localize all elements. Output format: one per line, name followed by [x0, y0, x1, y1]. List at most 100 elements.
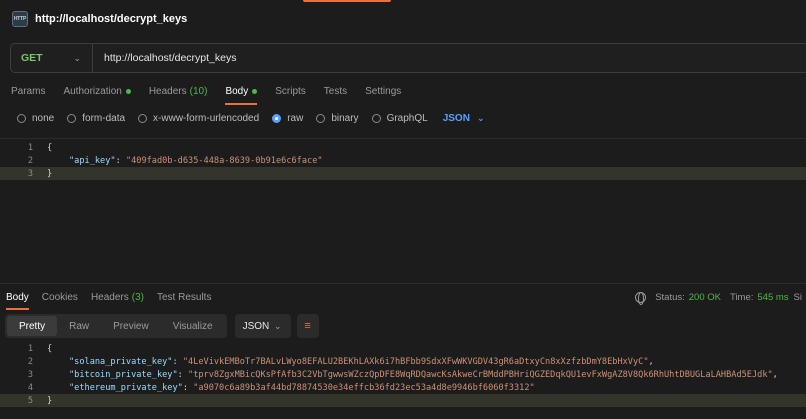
view-label: Preview [113, 320, 149, 332]
body-mode-form-data[interactable]: form-data [67, 113, 125, 124]
code-brace: } [47, 395, 53, 406]
time-label: Time: [729, 291, 754, 303]
json-key: "solana_private_key" [69, 356, 173, 367]
line-number: 5 [27, 395, 33, 406]
tab-params-label: Params [11, 85, 46, 97]
resp-tab-label: Cookies [41, 291, 78, 303]
json-colon: : [115, 155, 126, 166]
view-pretty[interactable]: Pretty [7, 316, 58, 336]
response-format-label: JSON [242, 320, 270, 332]
radio-checked-icon [272, 113, 282, 123]
json-key: "ethereum_private_key" [69, 382, 183, 393]
request-title[interactable]: http://localhost/decrypt_keys [35, 13, 187, 25]
resp-tab-label: Test Results [156, 291, 212, 303]
resp-tab-headers[interactable]: Headers (3) [91, 290, 144, 304]
resp-tab-label: Body [6, 291, 29, 303]
tab-tests[interactable]: Tests [324, 84, 347, 98]
response-format-select[interactable]: JSON ⌄ [234, 314, 291, 338]
pane-divider[interactable] [0, 283, 806, 284]
code-line: 4 "ethereum_private_key": "a9070c6a89b3a… [0, 381, 806, 394]
http-icon-text: HTTP [13, 16, 27, 22]
tab-body-label: Body [225, 85, 249, 97]
code-brace: { [47, 142, 53, 153]
method-label: GET [21, 52, 43, 64]
view-raw[interactable]: Raw [57, 316, 101, 336]
body-mode-label: x-www-form-urlencoded [153, 112, 260, 124]
resp-tab-body[interactable]: Body [6, 290, 29, 310]
code-line: 3 "bitcoin_private_key": "tprv8ZgxMBicQK… [0, 368, 806, 381]
response-body-viewer[interactable]: 1 { 2 "solana_private_key": "4LeVivkEMBo… [0, 341, 806, 419]
tab-settings[interactable]: Settings [365, 84, 401, 98]
radio-icon [316, 113, 326, 123]
radio-icon [138, 113, 148, 123]
json-value: "4LeVivkEMBoTr7BALvLWyo8EFALU2BEKhLAXk6i… [182, 356, 649, 367]
json-comma: , [648, 356, 654, 367]
line-number: 2 [27, 155, 33, 166]
line-number: 2 [27, 356, 33, 367]
chevron-down-icon: ⌄ [274, 320, 282, 331]
radio-icon [67, 113, 77, 123]
request-body-editor[interactable]: 1 { 2 "api_key": "409fad0b-d635-448a-863… [0, 138, 806, 278]
body-mode-urlencoded[interactable]: x-www-form-urlencoded [138, 113, 259, 124]
http-request-icon: HTTP [12, 11, 28, 27]
status-dot-icon [252, 88, 258, 94]
url-bar: GET ⌄ http://localhost/decrypt_keys [10, 43, 806, 73]
tab-tests-label: Tests [323, 85, 348, 97]
tab-settings-label: Settings [365, 85, 402, 97]
view-visualize[interactable]: Visualize [161, 316, 225, 336]
chevron-down-icon: ⌄ [73, 52, 81, 63]
json-value: "409fad0b-d635-448a-8639-0b91e6c6face" [125, 155, 323, 166]
body-mode-options: none form-data x-www-form-urlencoded raw… [17, 111, 484, 125]
tab-authorization-label: Authorization [63, 85, 122, 97]
tab-scripts[interactable]: Scripts [275, 84, 306, 98]
body-format-select[interactable]: JSON ⌄ [443, 113, 485, 124]
tab-headers[interactable]: Headers (10) [149, 84, 208, 98]
line-number: 3 [27, 369, 33, 380]
line-number: 1 [27, 343, 33, 354]
tab-headers-label: Headers [148, 85, 187, 97]
json-value: "a9070c6a89b3af44bd78874530e34effcb36fd2… [193, 382, 535, 393]
tab-authorization[interactable]: Authorization [63, 84, 131, 98]
status-label: Status: [655, 291, 685, 303]
body-mode-label: raw [287, 112, 304, 124]
body-mode-graphql[interactable]: GraphQL [371, 112, 428, 124]
code-brace: { [47, 343, 53, 354]
url-input[interactable]: http://localhost/decrypt_keys [93, 52, 237, 64]
status-value[interactable]: 200 OK [689, 292, 721, 303]
tab-body[interactable]: Body [225, 84, 258, 105]
resp-tab-test-results[interactable]: Test Results [157, 290, 211, 304]
body-mode-none[interactable]: none [17, 113, 54, 124]
active-tab-indicator [303, 0, 391, 2]
code-content: "bitcoin_private_key": "tprv8ZgxMBicQKsP… [69, 369, 778, 380]
body-mode-label: GraphQL [386, 112, 428, 124]
request-title-bar: HTTP http://localhost/decrypt_keys [12, 10, 187, 28]
view-label: Pretty [19, 320, 46, 332]
line-number: 4 [27, 382, 33, 393]
code-brace: } [47, 168, 53, 179]
code-content: "solana_private_key": "4LeVivkEMBoTr7BAL… [69, 356, 654, 367]
time-value[interactable]: 545 ms [757, 292, 788, 303]
json-key: "bitcoin_private_key" [69, 369, 178, 380]
code-line: 3 } [0, 167, 806, 180]
view-preview[interactable]: Preview [101, 316, 161, 336]
tab-scripts-label: Scripts [275, 85, 306, 97]
line-number: 1 [27, 142, 33, 153]
code-line: 2 "solana_private_key": "4LeVivkEMBoTr7B… [0, 355, 806, 368]
globe-icon[interactable] [635, 291, 647, 305]
body-mode-binary[interactable]: binary [316, 112, 359, 124]
size-label: Si [793, 291, 802, 303]
view-label: Visualize [172, 320, 213, 332]
chevron-down-icon: ⌄ [476, 112, 485, 123]
code-line: 1 { [0, 141, 806, 154]
method-select[interactable]: GET ⌄ [11, 44, 93, 72]
code-content: "api_key": "409fad0b-d635-448a-8639-0b91… [69, 156, 323, 166]
resp-tab-label: Headers [90, 291, 129, 303]
body-mode-label: binary [331, 112, 359, 124]
body-format-label: JSON [442, 112, 470, 124]
body-mode-raw[interactable]: raw [272, 113, 303, 124]
wrap-lines-icon[interactable]: ≡ [296, 314, 319, 338]
response-status: Status: 200 OK Time: 545 ms Si [635, 290, 806, 305]
resp-tab-cookies[interactable]: Cookies [42, 290, 78, 304]
tab-params[interactable]: Params [11, 84, 45, 98]
json-key: "api_key" [69, 155, 116, 166]
